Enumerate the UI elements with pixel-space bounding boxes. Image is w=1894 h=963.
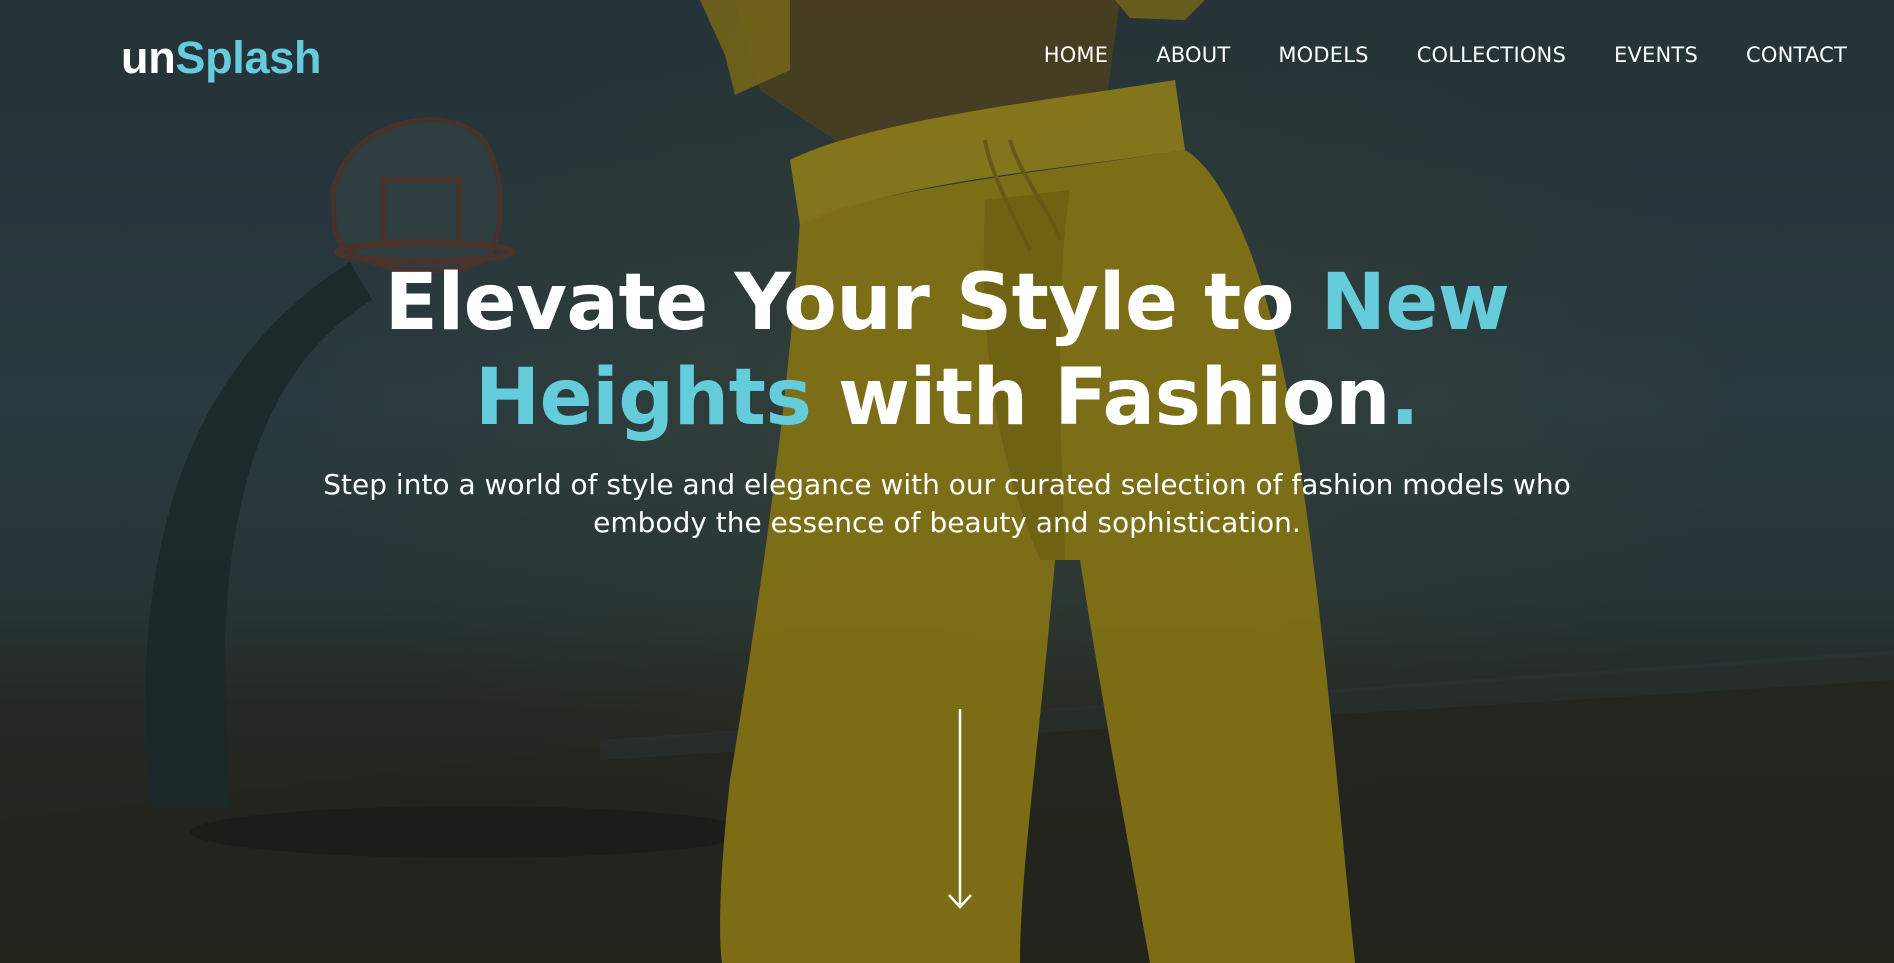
subtitle-line-1: Step into a world of style and elegance … xyxy=(323,468,1571,501)
headline-text-accent-2: Heights xyxy=(474,353,812,443)
headline-line-2: Heights with Fashion. xyxy=(0,351,1894,446)
brand-name-accent: Splash xyxy=(175,32,322,83)
nav-item-contact[interactable]: CONTACT xyxy=(1746,41,1847,69)
hero-subtitle: Step into a world of style and elegance … xyxy=(0,466,1894,542)
nav-item-about[interactable]: ABOUT xyxy=(1156,41,1230,69)
brand-name-main: un xyxy=(121,32,176,83)
navbar: unSplash HOME ABOUT MODELS COLLECTIONS E… xyxy=(0,0,1894,110)
nav-item-events[interactable]: EVENTS xyxy=(1614,41,1698,69)
hero-section: unSplash HOME ABOUT MODELS COLLECTIONS E… xyxy=(0,0,1894,963)
headline-period: . xyxy=(1389,353,1420,443)
hero-headline: Elevate Your Style to New Heights with F… xyxy=(0,256,1894,446)
nav-item-models[interactable]: MODELS xyxy=(1278,41,1368,69)
headline-line-1: Elevate Your Style to New xyxy=(0,256,1894,351)
headline-text-accent-1: New xyxy=(1320,258,1510,348)
nav-menu: HOME ABOUT MODELS COLLECTIONS EVENTS CON… xyxy=(1044,41,1847,69)
brand-logo[interactable]: unSplash xyxy=(121,33,321,83)
headline-text-white-2: with Fashion xyxy=(811,353,1390,443)
subtitle-line-2: embody the essence of beauty and sophist… xyxy=(593,506,1301,539)
headline-text-white-1: Elevate Your Style to xyxy=(384,258,1321,348)
nav-item-collections[interactable]: COLLECTIONS xyxy=(1417,41,1566,69)
nav-item-home[interactable]: HOME xyxy=(1044,41,1109,69)
arrow-down-icon[interactable] xyxy=(947,709,973,911)
